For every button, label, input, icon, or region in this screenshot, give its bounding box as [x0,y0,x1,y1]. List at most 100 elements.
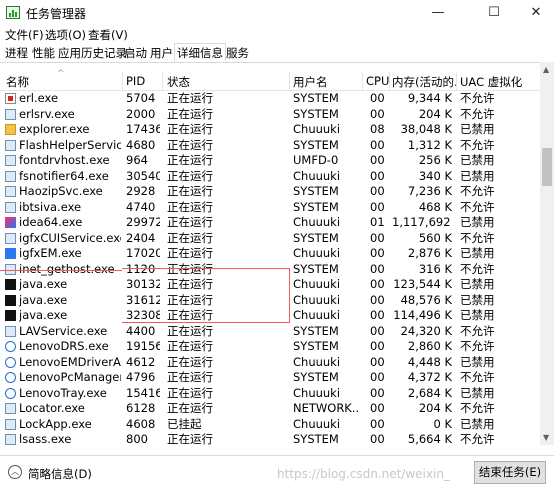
app-icon [5,263,16,275]
table-row[interactable]: fsnotifier64.exe 30540 正在运行 Chuuuki 00 340 K 已… [0,169,540,185]
process-cpu: 00 [370,230,385,245]
process-memory: 204 K [418,401,452,415]
process-name: fsnotifier64.exe [19,168,109,183]
process-status: 正在运行 [167,339,213,353]
process-user: UMFD-0 [293,153,339,167]
process-user: NETWORK... [293,401,359,415]
scrollbar-thumb[interactable] [542,148,552,186]
table-row[interactable]: Locator.exe 6128 正在运行 NETWORK... 00 204 K 不允许 [0,401,540,417]
process-name: LenovoPcManagerS... [19,370,121,384]
app-icon [5,108,16,120]
table-row[interactable]: LAVService.exe 4400 正在运行 SYSTEM 00 24,320 K 不允… [0,324,540,340]
scroll-down-icon[interactable]: ▼ [543,433,549,442]
table-row[interactable]: ibtsiva.exe 4740 正在运行 SYSTEM 00 468 K 不允许 [0,200,540,216]
process-pid: 29972 [126,215,160,229]
end-task-button[interactable]: 结束任务(E) [474,461,546,484]
table-row[interactable]: HaozipSvc.exe 2928 正在运行 SYSTEM 00 7,236 K 不允许 [0,184,540,200]
process-cpu: 00 [370,416,385,431]
table-row[interactable]: erl.exe 5704 正在运行 SYSTEM 00 9,344 K 不允许 [0,91,540,107]
table-row[interactable]: erlsrv.exe 2000 正在运行 SYSTEM 00 204 K 不允许 [0,107,540,123]
process-user: Chuuuki [293,354,341,369]
tab-services[interactable]: 服务 [224,45,251,61]
process-pid: 2000 [126,106,156,121]
app-icon [5,170,16,182]
app-icon [5,201,16,213]
maximize-button[interactable]: ☐ [471,0,517,26]
process-cpu: 00 [370,106,385,121]
column-memory[interactable]: 内存(活动的... [392,74,456,90]
table-row[interactable]: explorer.exe 17436 正在运行 Chuuuki 08 38,048 K 已禁… [0,122,540,138]
process-status: 正在运行 [167,184,213,198]
table-row[interactable]: LockApp.exe 4608 已挂起 Chuuuki 00 0 K 已禁用 [0,417,540,433]
column-uac[interactable]: UAC 虚拟化 [460,74,522,90]
scroll-up-icon[interactable]: ▲ [543,65,549,74]
process-user: Chuuuki [293,385,341,400]
window-title: 任务管理器 [26,7,87,21]
process-name: LenovoDRS.exe [19,339,109,353]
column-pid[interactable]: PID [126,74,145,88]
close-button[interactable]: ✕ [513,0,554,26]
process-user: SYSTEM [293,323,339,338]
tab-performance[interactable]: 性能 [30,45,57,61]
process-memory: 256 K [418,153,452,167]
process-user: SYSTEM [293,261,339,276]
process-memory: 1,117,692 K [392,215,452,229]
process-status: 正在运行 [167,215,213,229]
process-pid: 15416 [126,385,160,400]
folder-icon [5,124,16,135]
sort-up-icon: ^ [57,69,65,79]
process-table: ^ 名称 PID 状态 用户名 CPU 内存(活动的... UAC 虚拟化 er… [0,62,540,445]
process-pid: 17020 [126,246,160,260]
process-status: 正在运行 [167,137,213,152]
tab-users[interactable]: 用户 [148,45,175,61]
table-row[interactable]: LenovoTray.exe 15416 正在运行 Chuuuki 00 2,684 K 已… [0,386,540,402]
table-row[interactable]: FlashHelperService.... 4680 正在运行 SYSTEM 00 1,… [0,138,540,154]
table-row[interactable]: LenovoEMDriverAss... 4612 正在运行 Chuuuki 00 4,4… [0,355,540,371]
fewer-details-link[interactable]: 简略信息(D) [28,466,92,482]
column-status[interactable]: 状态 [167,74,190,90]
tab-processes[interactable]: 进程 [3,45,30,61]
column-cpu[interactable]: CPU [366,74,389,88]
menu-view[interactable]: 查看(V) [88,27,128,43]
process-uac: 不允许 [460,261,495,276]
process-pid: 2404 [126,230,156,245]
process-memory: 2,860 K [407,339,452,353]
table-row[interactable]: igfxCUIService.exe 2404 正在运行 SYSTEM 00 560 K 不… [0,231,540,247]
chevron-up-icon[interactable]: ︿ [8,465,22,479]
table-row[interactable]: igfxEM.exe 17020 正在运行 Chuuuki 00 2,876 K 已禁用 [0,246,540,262]
process-uac: 已禁用 [460,215,495,229]
table-row[interactable]: lsass.exe 800 正在运行 SYSTEM 00 5,664 K 不允许 [0,432,540,445]
menu-options[interactable]: 选项(O) [45,27,86,43]
process-name: java.exe [19,308,68,322]
vertical-scrollbar[interactable]: ▲ ▼ [540,62,554,445]
table-header: ^ 名称 PID 状态 用户名 CPU 内存(活动的... UAC 虚拟化 [0,69,540,91]
process-cpu: 01 [370,215,385,229]
menu-file[interactable]: 文件(F) [5,27,44,43]
process-uac: 已禁用 [460,277,495,291]
process-pid: 30540 [126,168,160,183]
process-name: FlashHelperService.... [19,137,121,152]
process-name: LenovoTray.exe [19,385,107,400]
process-uac: 不允许 [460,184,495,198]
tab-details[interactable]: 详细信息 [174,43,226,62]
tab-app-history[interactable]: 应用历史记录 [56,45,129,61]
tab-startup[interactable]: 启动 [122,45,149,61]
process-name: LockApp.exe [19,416,92,431]
table-row[interactable]: LenovoDRS.exe 19156 正在运行 SYSTEM 00 2,860 K 不允许 [0,339,540,355]
jetbrains-icon [5,279,16,290]
process-user: SYSTEM [293,339,339,353]
process-uac: 不允许 [460,91,495,105]
table-row[interactable]: idea64.exe 29972 正在运行 Chuuuki 01 1,117,692 K 已… [0,215,540,231]
process-memory: 340 K [418,168,452,183]
column-username[interactable]: 用户名 [293,74,328,90]
lenovo-icon [5,387,16,399]
table-row[interactable]: fontdrvhost.exe 964 正在运行 UMFD-0 00 256 K 已禁用 [0,153,540,169]
process-pid: 2928 [126,184,156,198]
process-name: lsass.exe [19,432,72,445]
column-name[interactable]: 名称 [6,74,29,90]
process-uac: 不允许 [460,230,495,245]
table-row[interactable]: LenovoPcManagerS... 4796 正在运行 SYSTEM 00 4,372… [0,370,540,386]
process-cpu: 00 [370,137,385,152]
minimize-button[interactable]: — [415,0,461,26]
annotation-box [122,268,290,323]
